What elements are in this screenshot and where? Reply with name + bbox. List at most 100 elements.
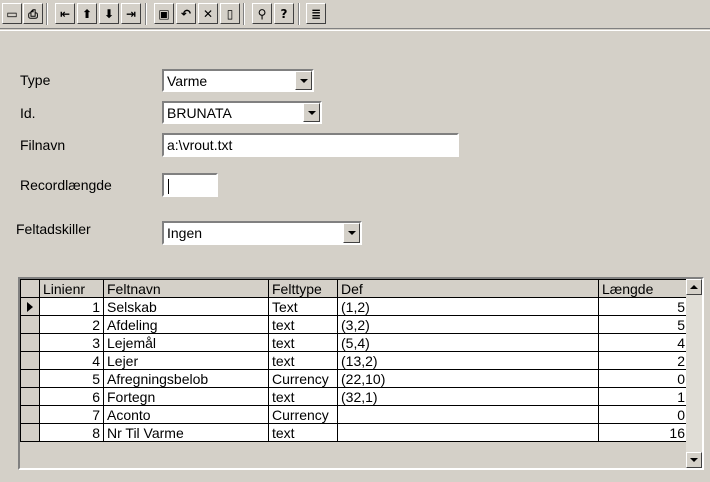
cell-linienr[interactable]: 8 — [39, 423, 104, 442]
close-icon: ✕ — [202, 6, 214, 21]
cell-linienr[interactable]: 4 — [39, 351, 104, 370]
help-pointer-icon: ? — [280, 6, 288, 21]
cell-def[interactable]: (5,4) — [337, 333, 599, 352]
cell-def[interactable]: (32,1) — [337, 387, 599, 406]
cell-feltnavn[interactable]: Lejemål — [103, 333, 269, 352]
vertical-scrollbar[interactable] — [686, 279, 702, 468]
cell-linienr[interactable]: 5 — [39, 369, 104, 388]
cell-feltnavn[interactable]: Fortegn — [103, 387, 269, 406]
field-grid[interactable]: Linienr Feltnavn Felttype Def Længde 1 Se… — [18, 277, 704, 470]
cell-linienr[interactable]: 6 — [39, 387, 104, 406]
cell-felttype[interactable]: Text — [268, 297, 338, 316]
cell-def[interactable]: (3,2) — [337, 315, 599, 334]
table-row[interactable]: 3 Lejemål text (5,4) 4 — [20, 333, 689, 352]
cell-feltnavn[interactable]: Afdeling — [103, 315, 269, 334]
notepad-icon: ≣ — [310, 6, 322, 21]
column-header-linienr[interactable]: Linienr — [39, 279, 104, 298]
row-indicator[interactable] — [20, 315, 40, 334]
cell-felttype[interactable]: text — [268, 351, 338, 370]
cell-def[interactable]: (22,10) — [337, 369, 599, 388]
print-button[interactable]: ⎙ — [23, 3, 43, 24]
new-button[interactable]: ▯ — [220, 3, 240, 24]
id-label: Id. — [20, 105, 36, 121]
id-combo[interactable]: BRUNATA — [162, 101, 322, 124]
find-button[interactable]: ⚲ — [252, 3, 272, 24]
cell-def[interactable]: (13,2) — [337, 351, 599, 370]
toolbar-separator — [145, 3, 147, 25]
delete-button[interactable]: ✕ — [198, 3, 218, 24]
cell-felttype[interactable]: Currency — [268, 369, 338, 388]
table-row[interactable]: 8 Nr Til Varme text 16 — [20, 423, 689, 442]
cell-felttype[interactable]: text — [268, 315, 338, 334]
cell-laengde[interactable]: 5 — [598, 315, 689, 334]
cell-linienr[interactable]: 3 — [39, 333, 104, 352]
filnavn-input[interactable]: a:\vrout.txt — [162, 133, 459, 157]
cell-felttype[interactable]: text — [268, 387, 338, 406]
type-combo[interactable]: Varme — [162, 69, 314, 92]
first-button[interactable]: ▭ — [2, 3, 22, 24]
cell-laengde[interactable]: 5 — [598, 297, 689, 316]
table-row[interactable]: 1 Selskab Text (1,2) 5 — [20, 297, 689, 316]
row-indicator[interactable] — [20, 387, 40, 406]
type-value: Varme — [167, 73, 208, 89]
notes-button[interactable]: ≣ — [306, 3, 326, 24]
table-row[interactable]: 5 Afregningsbelob Currency (22,10) 0 — [20, 369, 689, 388]
feltadskiller-dropdown-button[interactable] — [343, 223, 360, 243]
cell-laengde[interactable]: 0 — [598, 405, 689, 424]
id-dropdown-button[interactable] — [303, 103, 320, 122]
cell-feltnavn[interactable]: Nr Til Varme — [103, 423, 269, 442]
cell-felttype[interactable]: Currency — [268, 405, 338, 424]
column-header-felttype[interactable]: Felttype — [268, 279, 338, 298]
first-record-icon: ⇤ — [59, 6, 71, 21]
save-button[interactable]: ▣ — [154, 3, 174, 24]
next-record-button[interactable]: ⬇ — [99, 3, 119, 24]
arrow-up-icon: ⬆ — [81, 6, 93, 21]
table-row[interactable]: 7 Aconto Currency 0 — [20, 405, 689, 424]
toolbar-separator — [243, 3, 245, 25]
row-indicator[interactable] — [20, 369, 40, 388]
row-indicator[interactable] — [20, 297, 40, 316]
first-record-button[interactable]: ⇤ — [55, 3, 75, 24]
row-indicator[interactable] — [20, 333, 40, 352]
previous-record-button[interactable]: ⬆ — [77, 3, 97, 24]
type-label: Type — [20, 72, 51, 88]
cell-laengde[interactable]: 16 — [598, 423, 689, 442]
cell-felttype[interactable]: text — [268, 333, 338, 352]
cell-feltnavn[interactable]: Aconto — [103, 405, 269, 424]
cell-linienr[interactable]: 7 — [39, 405, 104, 424]
cell-def[interactable] — [337, 405, 599, 424]
type-dropdown-button[interactable] — [295, 71, 312, 90]
column-header-feltnavn[interactable]: Feltnavn — [103, 279, 269, 298]
last-record-button[interactable]: ⇥ — [121, 3, 141, 24]
scroll-up-button[interactable] — [686, 279, 702, 295]
row-indicator[interactable] — [20, 351, 40, 370]
help-button[interactable]: ? — [274, 3, 294, 24]
cell-laengde[interactable]: 0 — [598, 369, 689, 388]
cell-feltnavn[interactable]: Afregningsbelob — [103, 369, 269, 388]
column-header-def[interactable]: Def — [337, 279, 599, 298]
cell-def[interactable]: (1,2) — [337, 297, 599, 316]
recordlaengde-input[interactable] — [162, 173, 218, 197]
column-header-laengde[interactable]: Længde — [598, 279, 689, 298]
scroll-down-button[interactable] — [686, 452, 702, 468]
row-indicator[interactable] — [20, 423, 40, 442]
toolbar-separator — [46, 3, 48, 25]
cell-linienr[interactable]: 1 — [39, 297, 104, 316]
undo-button[interactable]: ↶ — [176, 3, 196, 24]
cell-laengde[interactable]: 1 — [598, 387, 689, 406]
cell-feltnavn[interactable]: Selskab — [103, 297, 269, 316]
cell-laengde[interactable]: 4 — [598, 333, 689, 352]
cell-feltnavn[interactable]: Lejer — [103, 351, 269, 370]
cell-laengde[interactable]: 2 — [598, 351, 689, 370]
cell-def[interactable] — [337, 423, 599, 442]
cell-linienr[interactable]: 2 — [39, 315, 104, 334]
recordlaengde-label: Recordlængde — [20, 177, 112, 193]
table-row[interactable]: 6 Fortegn text (32,1) 1 — [20, 387, 689, 406]
row-indicator[interactable] — [20, 405, 40, 424]
table-row[interactable]: 4 Lejer text (13,2) 2 — [20, 351, 689, 370]
id-value: BRUNATA — [167, 105, 232, 121]
chevron-down-icon — [690, 458, 698, 462]
table-row[interactable]: 2 Afdeling text (3,2) 5 — [20, 315, 689, 334]
feltadskiller-combo[interactable]: Ingen — [162, 221, 362, 245]
cell-felttype[interactable]: text — [268, 423, 338, 442]
